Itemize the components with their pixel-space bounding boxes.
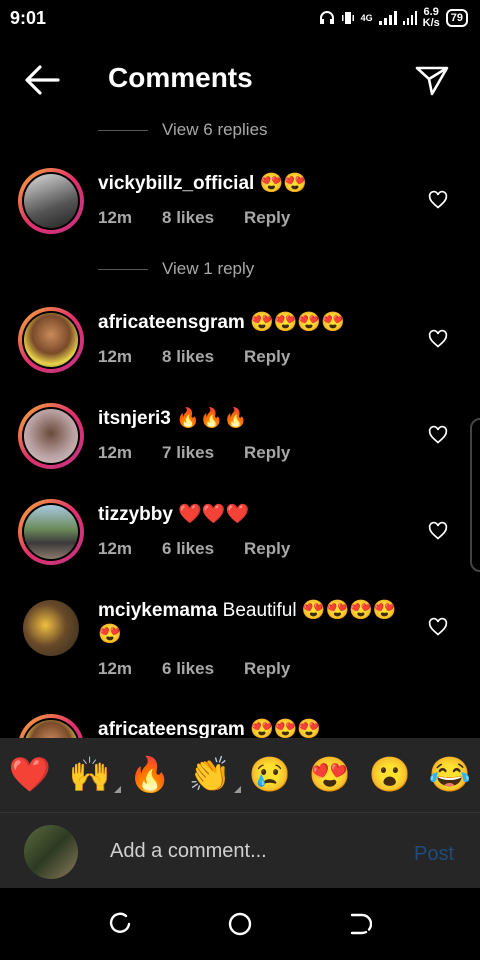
comment-time: 12m <box>98 347 133 366</box>
back-arrow-icon[interactable] <box>24 64 60 96</box>
emoji-glyph: 🙌 <box>68 756 112 794</box>
comment-text: 😍😍😍😍 <box>250 312 345 333</box>
emoji-clap-button[interactable]: 👏 <box>188 755 242 795</box>
comment-time: 12m <box>98 208 133 227</box>
send-icon[interactable] <box>414 62 450 98</box>
emoji-joy-button[interactable]: 😂 <box>429 755 471 795</box>
skin-tone-indicator <box>234 786 242 793</box>
home-icon[interactable] <box>228 912 252 936</box>
reply-button[interactable]: Reply <box>244 659 290 679</box>
headset-icon <box>319 11 334 24</box>
network-type: 4G <box>360 13 373 23</box>
heart-icon[interactable] <box>428 329 448 349</box>
comment-username[interactable]: mciykemama <box>98 600 217 621</box>
replies-divider <box>98 129 148 131</box>
comment-input[interactable] <box>108 839 392 864</box>
comment-likes[interactable]: 6 likes <box>162 539 214 559</box>
replies-divider <box>98 268 148 270</box>
comment-username[interactable]: tizzybby <box>98 504 173 525</box>
comment-username[interactable]: africateensgram <box>98 719 245 740</box>
skin-tone-indicator <box>114 786 122 793</box>
comment-username[interactable]: itsnjeri3 <box>98 408 171 429</box>
reply-button[interactable]: Reply <box>244 539 290 559</box>
heart-icon[interactable] <box>428 617 448 637</box>
comment-text: 🔥🔥🔥 <box>176 408 248 429</box>
post-button[interactable]: Post <box>414 843 454 866</box>
view-replies-link[interactable]: View 6 replies <box>98 120 268 140</box>
emoji-surprised-button[interactable]: 😮 <box>369 755 411 795</box>
avatar[interactable] <box>18 307 84 373</box>
header: Comments <box>0 52 480 108</box>
system-nav-bar <box>0 888 480 960</box>
comment-likes[interactable]: 7 likes <box>162 443 214 463</box>
status-icons: 4G 6.9 K/s 79 <box>319 7 468 29</box>
speed-unit: K/s <box>422 17 440 29</box>
comment-likes[interactable]: 8 likes <box>162 347 214 367</box>
emoji-fire-button[interactable]: 🔥 <box>129 755 171 795</box>
scroll-indicator[interactable] <box>470 418 480 572</box>
comment-text: ❤️❤️❤️ <box>178 504 250 525</box>
avatar[interactable] <box>18 168 84 234</box>
emoji-heart-eyes-button[interactable]: 😍 <box>309 755 351 795</box>
reply-button[interactable]: Reply <box>244 208 290 228</box>
signal-icon <box>378 11 397 25</box>
heart-icon[interactable] <box>428 425 448 445</box>
avatar[interactable] <box>18 499 84 565</box>
comment-text: 😍😍 <box>259 173 307 194</box>
comment-username[interactable]: vickybillz_official <box>98 173 254 194</box>
view-replies-label: View 6 replies <box>162 120 268 139</box>
reply-button[interactable]: Reply <box>244 347 290 367</box>
emoji-quick-bar: ❤️ 🙌 🔥 👏 😢 😍 😮 😂 <box>0 738 480 812</box>
comment-time: 12m <box>98 659 133 678</box>
comment-username[interactable]: africateensgram <box>98 312 245 333</box>
vibrate-icon <box>341 12 354 24</box>
recent-apps-icon[interactable] <box>108 912 132 936</box>
view-replies-label: View 1 reply <box>162 259 255 278</box>
heart-icon[interactable] <box>428 521 448 541</box>
emoji-glyph: 👏 <box>188 756 232 794</box>
avatar[interactable] <box>18 403 84 469</box>
status-bar: 9:01 4G 6.9 K/s 79 <box>0 0 480 36</box>
comment-likes[interactable]: 8 likes <box>162 208 214 228</box>
page-title: Comments <box>108 62 253 93</box>
network-speed: 6.9 K/s <box>423 7 440 29</box>
comment-time: 12m <box>98 539 133 558</box>
signal-icon-2 <box>402 11 417 25</box>
emoji-heart-button[interactable]: ❤️ <box>9 755 51 795</box>
view-replies-link[interactable]: View 1 reply <box>98 259 254 279</box>
status-time: 9:01 <box>10 7 47 28</box>
back-nav-icon[interactable] <box>348 912 372 936</box>
reply-button[interactable]: Reply <box>244 443 290 463</box>
current-user-avatar <box>24 825 78 879</box>
comment-likes[interactable]: 6 likes <box>162 659 214 679</box>
emoji-raised-hands-button[interactable]: 🙌 <box>68 755 122 795</box>
battery-indicator: 79 <box>445 9 468 27</box>
comment-time: 12m <box>98 443 133 462</box>
comment-text: 😍😍😍 <box>250 719 322 740</box>
emoji-crying-button[interactable]: 😢 <box>249 755 291 795</box>
avatar[interactable] <box>18 595 84 661</box>
comment-composer: Post <box>0 812 480 889</box>
heart-icon[interactable] <box>428 190 448 210</box>
